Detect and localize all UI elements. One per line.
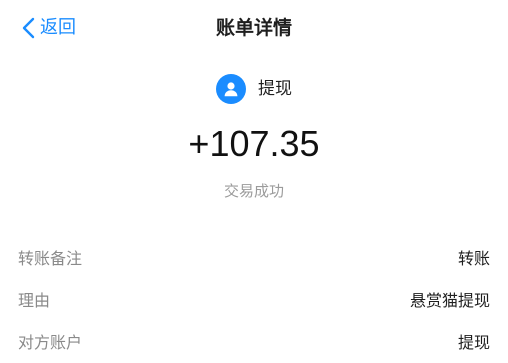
page-title: 账单详情	[215, 17, 292, 39]
transaction-type-label: 提现	[258, 79, 292, 99]
nav-bar: 返回 账单详情	[0, 0, 508, 56]
transaction-type: 提现	[0, 74, 508, 104]
user-avatar-icon	[216, 74, 246, 104]
detail-row-remark: 转账备注 转账	[0, 236, 508, 278]
detail-value: 转账	[457, 249, 490, 268]
detail-value: 提现	[457, 333, 490, 352]
transaction-status: 交易成功	[223, 182, 284, 200]
detail-label: 转账备注	[18, 249, 83, 268]
detail-row-reason: 理由 悬赏猫提现	[0, 278, 508, 320]
transaction-amount: +107.35	[188, 123, 320, 164]
detail-label: 理由	[18, 291, 51, 310]
detail-value: 悬赏猫提现	[409, 291, 490, 310]
detail-row-counterparty: 对方账户 提现	[0, 320, 508, 362]
detail-list: 转账备注 转账 理由 悬赏猫提现 对方账户 提现	[0, 236, 508, 362]
detail-label: 对方账户	[18, 333, 83, 352]
